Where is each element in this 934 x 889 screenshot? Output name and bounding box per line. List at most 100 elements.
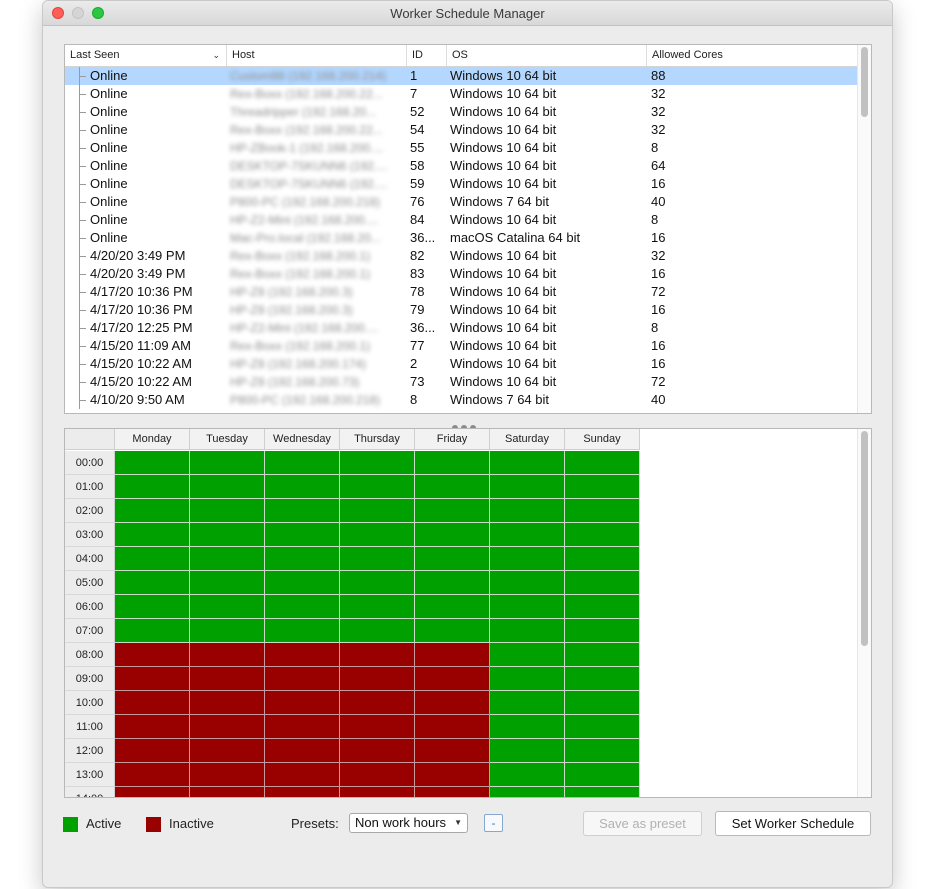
active-hour-cell[interactable] (115, 499, 190, 523)
active-hour-cell[interactable] (415, 475, 490, 499)
table-row[interactable]: 4/15/20 10:22 AM HP-Z8 (192.168.200.73) 73… (65, 373, 858, 391)
active-hour-cell[interactable] (190, 571, 265, 595)
active-hour-cell[interactable] (340, 451, 415, 475)
active-hour-cell[interactable] (340, 619, 415, 643)
time-label[interactable]: 10:00 (65, 691, 115, 715)
active-hour-cell[interactable] (490, 547, 565, 571)
active-hour-cell[interactable] (415, 619, 490, 643)
active-hour-cell[interactable] (115, 619, 190, 643)
active-hour-cell[interactable] (115, 571, 190, 595)
inactive-hour-cell[interactable] (190, 667, 265, 691)
inactive-hour-cell[interactable] (190, 763, 265, 787)
inactive-hour-cell[interactable] (265, 643, 340, 667)
inactive-hour-cell[interactable] (190, 787, 265, 797)
table-row[interactable]: Online DESKTOP-7SKUNN6 (192.... 58 Windows … (65, 157, 858, 175)
active-hour-cell[interactable] (490, 715, 565, 739)
active-hour-cell[interactable] (565, 739, 640, 763)
time-label[interactable]: 01:00 (65, 475, 115, 499)
active-hour-cell[interactable] (565, 523, 640, 547)
remove-preset-button[interactable]: - (484, 814, 503, 832)
active-hour-cell[interactable] (265, 475, 340, 499)
active-hour-cell[interactable] (190, 547, 265, 571)
inactive-hour-cell[interactable] (190, 643, 265, 667)
col-host[interactable]: Host (227, 45, 407, 66)
save-as-preset-button[interactable]: Save as preset (583, 811, 702, 836)
day-header[interactable]: Wednesday (265, 429, 340, 450)
active-hour-cell[interactable] (565, 643, 640, 667)
time-label[interactable]: 08:00 (65, 643, 115, 667)
time-label[interactable]: 00:00 (65, 451, 115, 475)
inactive-hour-cell[interactable] (340, 787, 415, 797)
inactive-hour-cell[interactable] (415, 667, 490, 691)
inactive-hour-cell[interactable] (265, 715, 340, 739)
active-hour-cell[interactable] (190, 523, 265, 547)
active-hour-cell[interactable] (265, 619, 340, 643)
active-hour-cell[interactable] (190, 451, 265, 475)
active-hour-cell[interactable] (565, 547, 640, 571)
set-worker-schedule-button[interactable]: Set Worker Schedule (715, 811, 871, 836)
inactive-hour-cell[interactable] (265, 691, 340, 715)
active-hour-cell[interactable] (490, 643, 565, 667)
active-hour-cell[interactable] (115, 475, 190, 499)
time-label[interactable]: 11:00 (65, 715, 115, 739)
inactive-hour-cell[interactable] (340, 643, 415, 667)
active-hour-cell[interactable] (115, 547, 190, 571)
inactive-hour-cell[interactable] (115, 715, 190, 739)
inactive-hour-cell[interactable] (190, 739, 265, 763)
active-hour-cell[interactable] (490, 739, 565, 763)
inactive-hour-cell[interactable] (415, 739, 490, 763)
time-label[interactable]: 12:00 (65, 739, 115, 763)
active-hour-cell[interactable] (115, 595, 190, 619)
active-hour-cell[interactable] (190, 499, 265, 523)
active-hour-cell[interactable] (415, 451, 490, 475)
schedule-grid[interactable]: Monday Tuesday Wednesday Thursday Friday Satu… (64, 428, 872, 798)
inactive-hour-cell[interactable] (115, 739, 190, 763)
day-header[interactable]: Saturday (490, 429, 565, 450)
active-hour-cell[interactable] (265, 595, 340, 619)
table-row[interactable]: Online Mac-Pro.local (192.168.20... 36... m… (65, 229, 858, 247)
active-hour-cell[interactable] (565, 475, 640, 499)
col-id[interactable]: ID (407, 45, 447, 66)
active-hour-cell[interactable] (490, 451, 565, 475)
active-hour-cell[interactable] (340, 595, 415, 619)
active-hour-cell[interactable] (565, 763, 640, 787)
inactive-hour-cell[interactable] (265, 739, 340, 763)
active-hour-cell[interactable] (265, 499, 340, 523)
table-row[interactable]: Online HP-Z2-Mini (192.168.200.... 84 Windo… (65, 211, 858, 229)
inactive-hour-cell[interactable] (340, 691, 415, 715)
inactive-hour-cell[interactable] (115, 763, 190, 787)
inactive-hour-cell[interactable] (340, 715, 415, 739)
inactive-hour-cell[interactable] (415, 763, 490, 787)
inactive-hour-cell[interactable] (415, 691, 490, 715)
schedule-scroll-thumb[interactable] (861, 431, 868, 646)
active-hour-cell[interactable] (565, 595, 640, 619)
active-hour-cell[interactable] (415, 523, 490, 547)
col-allowed-cores[interactable]: Allowed Cores (647, 45, 858, 66)
active-hour-cell[interactable] (565, 787, 640, 797)
inactive-hour-cell[interactable] (340, 739, 415, 763)
active-hour-cell[interactable] (490, 499, 565, 523)
table-row[interactable]: 4/15/20 11:09 AM Rex-Boxx (192.168.200.1)… (65, 337, 858, 355)
inactive-hour-cell[interactable] (115, 667, 190, 691)
time-label[interactable]: 06:00 (65, 595, 115, 619)
active-hour-cell[interactable] (340, 475, 415, 499)
active-hour-cell[interactable] (490, 619, 565, 643)
active-hour-cell[interactable] (565, 715, 640, 739)
inactive-hour-cell[interactable] (340, 763, 415, 787)
active-hour-cell[interactable] (490, 523, 565, 547)
table-row[interactable]: 4/20/20 3:49 PM Rex-Boxx (192.168.200.1) 8… (65, 247, 858, 265)
active-hour-cell[interactable] (565, 451, 640, 475)
worker-table[interactable]: Last Seen ⌄ Host ID OS Allowed Cores Onl… (64, 44, 872, 414)
active-hour-cell[interactable] (340, 571, 415, 595)
active-hour-cell[interactable] (415, 499, 490, 523)
active-hour-cell[interactable] (265, 451, 340, 475)
inactive-hour-cell[interactable] (415, 787, 490, 797)
active-hour-cell[interactable] (265, 547, 340, 571)
active-hour-cell[interactable] (265, 571, 340, 595)
inactive-hour-cell[interactable] (190, 691, 265, 715)
active-hour-cell[interactable] (490, 571, 565, 595)
day-header[interactable]: Friday (415, 429, 490, 450)
day-header[interactable]: Sunday (565, 429, 640, 450)
inactive-hour-cell[interactable] (115, 691, 190, 715)
inactive-hour-cell[interactable] (265, 787, 340, 797)
